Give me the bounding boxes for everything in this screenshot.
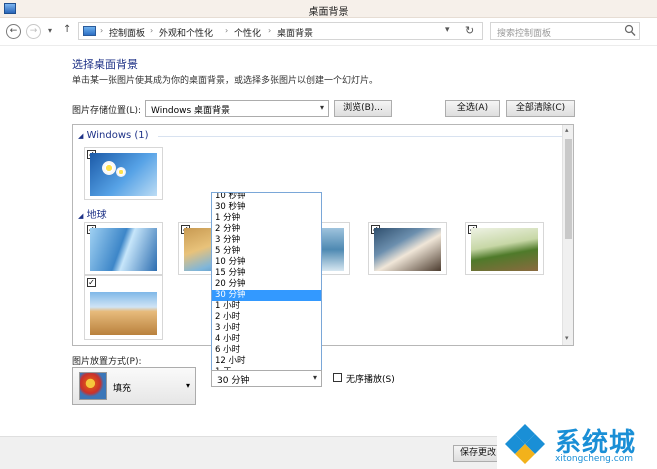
position-label: 图片放置方式(P):	[72, 357, 142, 367]
desert-wallpaper-image	[90, 292, 157, 335]
title-bar: 桌面背景	[0, 0, 657, 18]
search-box[interactable]: 搜索控制面板	[490, 22, 640, 40]
interval-dropdown[interactable]: 30 分钟 ▾	[211, 370, 322, 387]
group-header-windows[interactable]: ◢ Windows (1)	[78, 130, 149, 141]
shuffle-label: 无序播放(S)	[346, 375, 395, 385]
chevron-down-icon: ▾	[312, 373, 317, 382]
interval-option[interactable]: 10 秒钟	[212, 193, 321, 202]
location-value: Windows 桌面背景	[151, 106, 231, 116]
watermark-logo: 系统城 xitongcheng.com	[497, 418, 657, 469]
clear-all-button[interactable]: 全部清除(C)	[506, 100, 575, 117]
interval-option[interactable]: 2 小时	[212, 312, 321, 323]
back-button[interactable]: ←	[6, 24, 21, 39]
group-title: 地球	[86, 210, 107, 221]
interval-option[interactable]: 10 分钟	[212, 257, 321, 268]
chevron-right-icon: ›	[225, 26, 229, 35]
collapse-triangle-icon: ◢	[78, 212, 84, 220]
up-button[interactable]: ↑	[63, 24, 71, 35]
watermark-url: xitongcheng.com	[555, 454, 633, 464]
breadcrumb-personalization[interactable]: 个性化	[234, 26, 261, 39]
interval-option[interactable]: 4 小时	[212, 334, 321, 345]
scroll-up-icon[interactable]: ▴	[565, 126, 569, 134]
picture-gallery: ◢ Windows (1) ✓ ◢ 地球 ✓ ✓ ✓ ✓ ✓ ✓	[72, 124, 574, 346]
page-description: 单击某一张图片使其成为你的桌面背景，或选择多张图片以创建一个幻灯片。	[72, 76, 379, 86]
thumb-checkbox[interactable]: ✓	[87, 278, 96, 287]
recent-pages-dropdown[interactable]: ▾	[48, 26, 52, 35]
rock-shore-wallpaper-image	[374, 228, 441, 271]
interval-option[interactable]: 15 分钟	[212, 268, 321, 279]
position-value: 填充	[113, 384, 132, 394]
arrow-up-icon: ↑	[63, 24, 72, 35]
wallpaper-thumb[interactable]: ✓	[465, 222, 544, 275]
page-title: 选择桌面背景	[72, 58, 138, 71]
wallpaper-thumb[interactable]: ✓	[84, 147, 163, 200]
shuffle-checkbox-box[interactable]	[333, 373, 342, 382]
daisy-image	[116, 167, 126, 177]
scrollbar-thumb[interactable]	[565, 139, 572, 239]
location-dropdown[interactable]: Windows 桌面背景 ▾	[145, 100, 329, 117]
group-header-earth[interactable]: ◢ 地球	[78, 206, 107, 221]
search-placeholder: 搜索控制面板	[497, 29, 552, 39]
ice-wallpaper-image	[90, 228, 157, 271]
interval-option[interactable]: 6 小时	[212, 345, 321, 356]
refresh-button[interactable]: ↻	[465, 24, 474, 37]
interval-option-list[interactable]: 10 秒钟 30 秒钟 1 分钟 2 分钟 3 分钟 5 分钟 10 分钟 15 分钟 20 分…	[212, 193, 321, 371]
browse-button[interactable]: 浏览(B)...	[334, 100, 392, 117]
select-all-button[interactable]: 全选(A)	[445, 100, 500, 117]
group-divider	[158, 136, 568, 137]
interval-option[interactable]: 5 分钟	[212, 246, 321, 257]
interval-option[interactable]: 20 分钟	[212, 279, 321, 290]
wallpaper-thumb[interactable]: ✓	[84, 275, 163, 340]
fill-preview-icon	[79, 372, 107, 400]
interval-dropdown-list[interactable]: 10 秒钟 30 秒钟 1 分钟 2 分钟 3 分钟 5 分钟 10 分钟 15 分钟 20 分…	[211, 192, 322, 372]
arrow-left-icon: ←	[9, 26, 18, 36]
chevron-right-icon: ›	[150, 26, 154, 35]
wallpaper-thumb[interactable]: ✓	[84, 222, 163, 275]
flower-wallpaper-image	[90, 153, 157, 196]
gallery-scrollbar[interactable]: ▴ ▾	[562, 125, 573, 345]
refresh-icon: ↻	[465, 24, 475, 37]
green-field-wallpaper-image	[471, 228, 538, 271]
position-dropdown[interactable]: 填充 ▾	[72, 367, 196, 405]
interval-option[interactable]: 1 小时	[212, 301, 321, 312]
search-icon[interactable]	[624, 24, 636, 40]
interval-option[interactable]: 3 小时	[212, 323, 321, 334]
chevron-right-icon: ›	[100, 26, 104, 35]
address-history-dropdown[interactable]: ▾	[445, 25, 450, 35]
interval-value: 30 分钟	[217, 376, 250, 386]
interval-option[interactable]: 30 分钟	[212, 290, 321, 301]
interval-option[interactable]: 1 分钟	[212, 213, 321, 224]
save-changes-button[interactable]: 保存更改	[453, 445, 503, 462]
chevron-down-icon: ▾	[445, 25, 450, 35]
group-title: Windows (1)	[86, 130, 149, 141]
interval-option[interactable]: 2 分钟	[212, 224, 321, 235]
forward-button[interactable]: →	[26, 24, 41, 39]
location-label: 图片存储位置(L):	[72, 106, 142, 116]
chevron-down-icon: ▾	[186, 381, 191, 390]
chevron-right-icon: ›	[268, 26, 272, 35]
window-title: 桌面背景	[308, 7, 349, 18]
wallpaper-thumb[interactable]: ✓	[368, 222, 447, 275]
scroll-down-icon[interactable]: ▾	[565, 334, 569, 342]
interval-option[interactable]: 30 秒钟	[212, 202, 321, 213]
chevron-down-icon: ▾	[48, 26, 53, 35]
address-bar[interactable]: › 控制面板 › 外观和个性化 › 个性化 › 桌面背景 ▾ ↻	[78, 22, 483, 40]
breadcrumb-appearance[interactable]: 外观和个性化	[159, 26, 213, 39]
breadcrumb-desktop-background[interactable]: 桌面背景	[277, 26, 313, 39]
interval-option[interactable]: 3 分钟	[212, 235, 321, 246]
collapse-triangle-icon: ◢	[78, 132, 84, 140]
breadcrumb-control-panel[interactable]: 控制面板	[109, 26, 145, 39]
diamond-logo-icon	[503, 422, 547, 469]
arrow-right-icon: →	[29, 26, 38, 36]
chevron-down-icon: ▾	[319, 103, 324, 112]
daisy-image	[102, 161, 116, 175]
control-panel-icon	[83, 26, 96, 36]
interval-option[interactable]: 12 小时	[212, 356, 321, 367]
